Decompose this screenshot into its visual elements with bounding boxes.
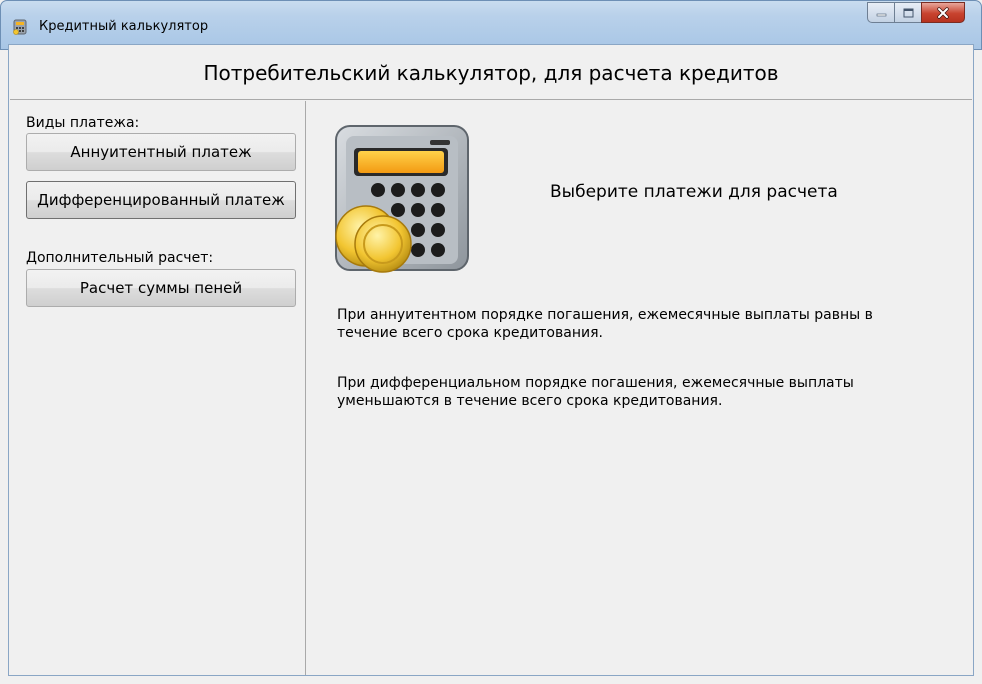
annuity-info-text: При аннуитентном порядке погашения, ежем… [337,306,937,342]
header-panel: Потребительский калькулятор, для расчета… [10,46,972,100]
sidebar: Виды платежа: Аннуитентный платеж Диффер… [10,101,306,675]
differentiated-info-text: При дифференциальном порядке погашения, … [337,374,937,410]
window-title: Кредитный калькулятор [39,19,209,34]
close-icon [937,6,949,19]
caption-buttons [867,2,965,24]
minimize-icon [876,13,886,16]
differentiated-payment-button[interactable]: Дифференцированный платеж [26,181,296,219]
select-payment-prompt: Выберите платежи для расчета [550,182,838,202]
app-calculator-icon [13,19,27,35]
minimize-button[interactable] [867,2,894,23]
maximize-button[interactable] [894,2,921,23]
differentiated-info-line: При дифференциальном порядке погашения, … [337,375,854,391]
page-title: Потребительский калькулятор, для расчета… [203,61,779,85]
calculator-with-coins-icon [335,125,469,273]
differentiated-info-line: уменьшаются в течение всего срока кредит… [337,393,723,409]
client-area: Потребительский калькулятор, для расчета… [8,44,974,676]
annuity-info-line: течение всего срока кредитования. [337,325,603,341]
title-bar[interactable]: Кредитный калькулятор [0,0,982,50]
annuity-info-line: При аннуитентном порядке погашения, ежем… [337,307,873,323]
payment-types-label: Виды платежа: [26,115,140,131]
maximize-icon [903,8,913,17]
close-button[interactable] [921,2,965,23]
penalty-calc-button[interactable]: Расчет суммы пеней [26,269,296,307]
additional-calc-label: Дополнительный расчет: [26,250,214,266]
app-window: Кредитный калькулятор Потребительский ка… [0,0,982,684]
annuity-payment-button[interactable]: Аннуитентный платеж [26,133,296,171]
